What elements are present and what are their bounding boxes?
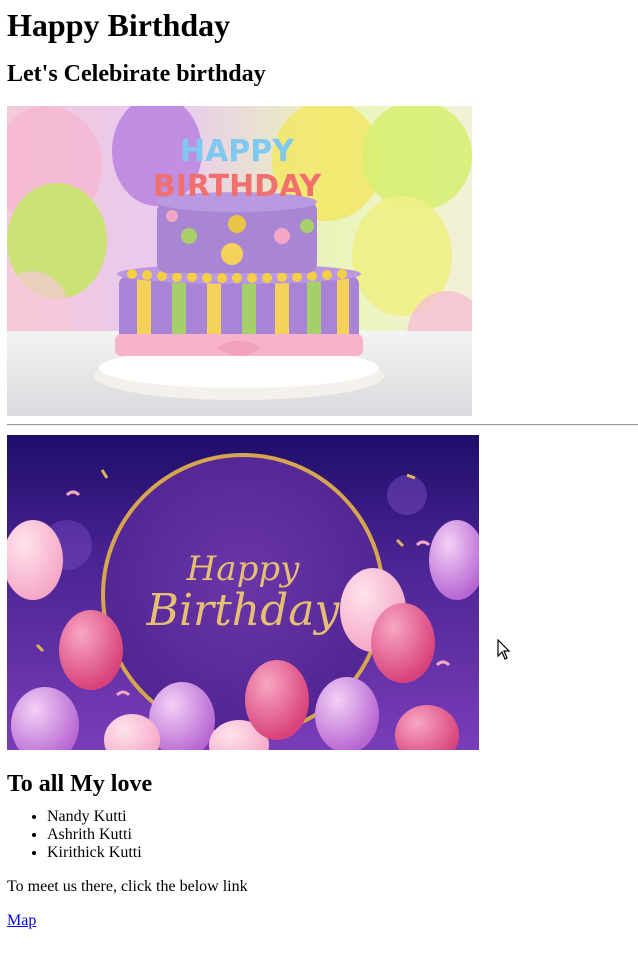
page-body: Happy Birthday Let's Celebirate birthday (0, 0, 638, 930)
list-item: Kirithick Kutti (47, 844, 631, 862)
card-script-birthday: Birthday (146, 585, 341, 636)
page-title: Happy Birthday (7, 7, 231, 43)
birthday-card-image: Happy Birthday (7, 435, 479, 750)
cake-candle-text-bottom: BIRTHDAY (153, 169, 323, 204)
list-item: Ashrith Kutti (47, 826, 631, 844)
page-subtitle: Let's Celebirate birthday (7, 61, 266, 87)
card-script-happy: Happy (186, 549, 300, 589)
list-item: Nandy Kutti (47, 808, 631, 826)
names-list: Nandy Kutti Ashrith Kutti Kirithick Kutt… (7, 808, 631, 862)
mouse-cursor-icon (497, 639, 513, 661)
birthday-cake-image: HAPPY BIRTHDAY (7, 106, 472, 416)
divider (7, 424, 638, 426)
cake-candle-text-top: HAPPY (180, 134, 295, 169)
meet-text: To meet us there, click the below link (7, 878, 248, 895)
map-link[interactable]: Map (7, 912, 36, 929)
map-link-paragraph: Map (7, 912, 631, 930)
section-title: To all My love (7, 771, 153, 797)
